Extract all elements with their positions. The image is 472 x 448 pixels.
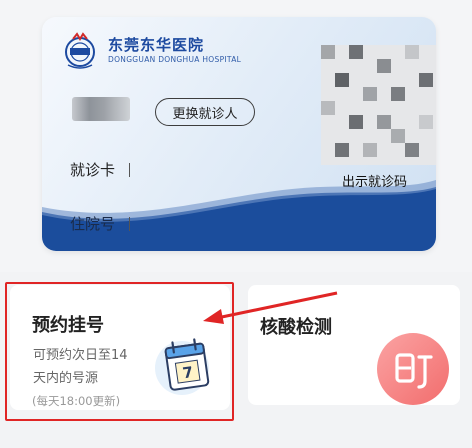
patient-name-redacted: [72, 97, 130, 121]
card-number-row: 就诊卡: [70, 159, 131, 180]
hospital-name: 东莞东华医院: [108, 36, 205, 54]
inpatient-number-label: 住院号: [70, 215, 116, 233]
divider: [129, 217, 131, 231]
hospital-name-english: DONGGUAN DONGHUA HOSPITAL: [108, 55, 242, 64]
qr-code-redacted[interactable]: [321, 45, 436, 165]
patient-card[interactable]: 东莞东华医院 DONGGUAN DONGHUA HOSPITAL 更换就诊人 就…: [42, 17, 436, 251]
hospital-logo-icon: [65, 32, 95, 69]
change-patient-button[interactable]: 更换就诊人: [155, 98, 255, 126]
inpatient-number-row: 住院号: [70, 213, 131, 234]
card-number-label: 就诊卡: [70, 161, 116, 179]
app-screen: 东莞东华医院 DONGGUAN DONGHUA HOSPITAL 更换就诊人 就…: [0, 0, 472, 448]
nucleic-test-icon: [377, 333, 449, 405]
qr-caption[interactable]: 出示就诊码: [342, 171, 407, 190]
divider: [129, 163, 131, 177]
card-section: 东莞东华医院 DONGGUAN DONGHUA HOSPITAL 更换就诊人 就…: [0, 0, 472, 272]
annotation-arrow: [203, 291, 338, 324]
